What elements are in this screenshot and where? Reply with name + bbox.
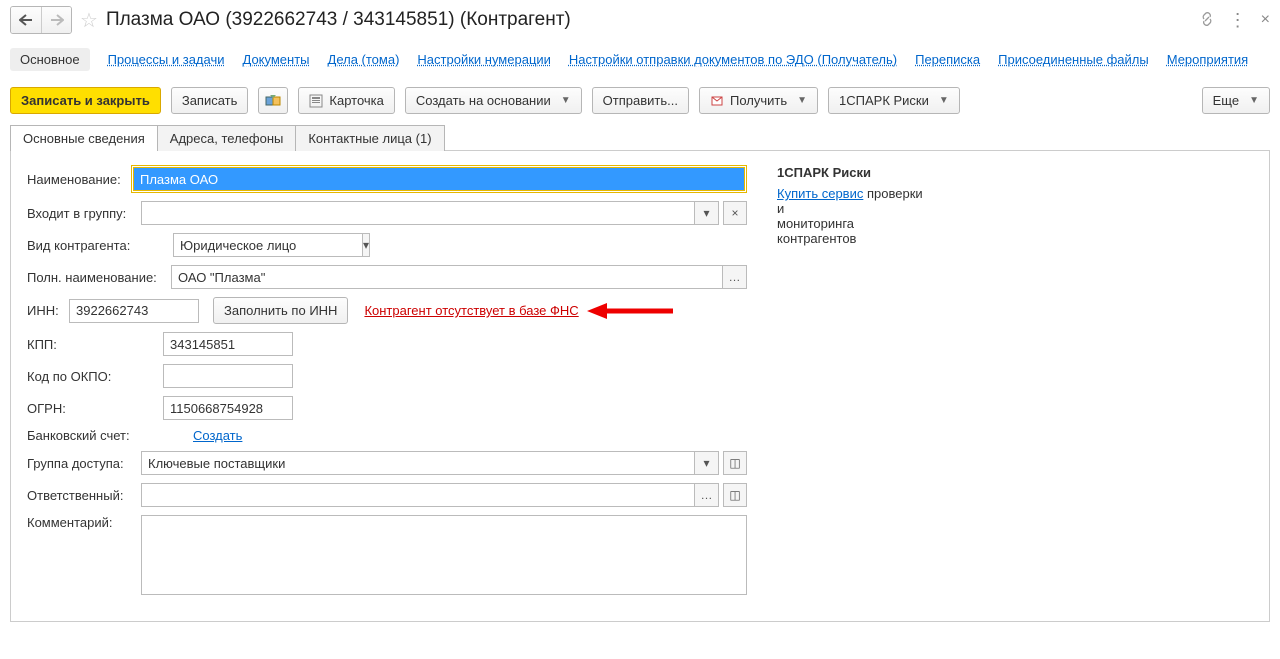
- spark-title: 1СПАРК Риски: [777, 165, 1253, 180]
- spark-risks-button[interactable]: 1СПАРК Риски▼: [828, 87, 960, 114]
- access-group-input[interactable]: [141, 451, 695, 475]
- nav-main[interactable]: Основное: [10, 48, 90, 71]
- nav-back-forward: [10, 6, 72, 34]
- access-group-open-button[interactable]: ◫: [723, 451, 747, 475]
- save-close-button[interactable]: Записать и закрыть: [10, 87, 161, 114]
- close-icon[interactable]: ×: [1261, 11, 1270, 29]
- spark-risks-label: 1СПАРК Риски: [839, 93, 929, 108]
- label-group: Входит в группу:: [27, 206, 135, 221]
- ellipsis-icon: …: [701, 488, 713, 502]
- receive-button[interactable]: Получить▼: [699, 87, 818, 114]
- section-nav: Основное Процессы и задачи Документы Дел…: [10, 38, 1270, 79]
- nav-events[interactable]: Мероприятия: [1167, 52, 1249, 67]
- send-button[interactable]: Отправить...: [592, 87, 689, 114]
- nav-cases[interactable]: Дела (тома): [328, 52, 400, 67]
- label-name: Наименование:: [27, 172, 125, 187]
- spark-side-panel: 1СПАРК Риски Купить сервис проверки и мо…: [777, 165, 1253, 603]
- more-button[interactable]: Еще▼: [1202, 87, 1270, 114]
- responsible-more-button[interactable]: …: [695, 483, 719, 507]
- kpp-input[interactable]: [163, 332, 293, 356]
- label-type: Вид контрагента:: [27, 238, 167, 253]
- comment-textarea[interactable]: [141, 515, 747, 595]
- more-label: Еще: [1213, 93, 1239, 108]
- access-group-dropdown-button[interactable]: ▾: [695, 451, 719, 475]
- label-kpp: КПП:: [27, 337, 157, 352]
- nav-documents[interactable]: Документы: [243, 52, 310, 67]
- inn-input[interactable]: [69, 299, 199, 323]
- create-based-on-label: Создать на основании: [416, 93, 551, 108]
- content-tabs: Основные сведения Адреса, телефоны Конта…: [10, 124, 1270, 150]
- label-responsible: Ответственный:: [27, 488, 135, 503]
- spark-text2: и: [777, 201, 1253, 216]
- forward-button[interactable]: [41, 7, 71, 33]
- ogrn-input[interactable]: [163, 396, 293, 420]
- chevron-down-icon: ▾: [703, 456, 709, 470]
- fullname-more-button[interactable]: …: [723, 265, 747, 289]
- open-icon: ◫: [729, 456, 740, 470]
- responsible-input[interactable]: [141, 483, 695, 507]
- nav-edo[interactable]: Настройки отправки документов по ЭДО (По…: [569, 52, 897, 67]
- chevron-down-icon: ▾: [703, 206, 709, 220]
- nav-processes[interactable]: Процессы и задачи: [108, 52, 225, 67]
- label-access-group: Группа доступа:: [27, 456, 135, 471]
- page-title: Плазма ОАО (3922662743 / 343145851) (Кон…: [106, 9, 571, 31]
- spark-text1: проверки: [867, 186, 923, 201]
- service-button[interactable]: [258, 87, 288, 114]
- group-dropdown-button[interactable]: ▾: [695, 201, 719, 225]
- toolbar: Записать и закрыть Записать Карточка Соз…: [10, 79, 1270, 124]
- nav-correspondence[interactable]: Переписка: [915, 52, 980, 67]
- tab-basic[interactable]: Основные сведения: [10, 125, 158, 151]
- card-button[interactable]: Карточка: [298, 87, 394, 114]
- card-button-label: Карточка: [329, 93, 383, 108]
- chevron-down-icon: ▾: [363, 238, 369, 252]
- create-based-on-button[interactable]: Создать на основании▼: [405, 87, 582, 114]
- fill-by-inn-button[interactable]: Заполнить по ИНН: [213, 297, 348, 324]
- okpo-input[interactable]: [163, 364, 293, 388]
- label-okpo: Код по ОКПО:: [27, 369, 157, 384]
- spark-text3: мониторинга: [777, 216, 1253, 231]
- nav-numbering[interactable]: Настройки нумерации: [417, 52, 551, 67]
- open-icon: ◫: [729, 488, 740, 502]
- back-button[interactable]: [11, 7, 41, 33]
- create-bank-link[interactable]: Создать: [193, 428, 242, 443]
- type-dropdown-button[interactable]: ▾: [363, 233, 370, 257]
- fullname-input[interactable]: [171, 265, 723, 289]
- tab-addresses[interactable]: Адреса, телефоны: [158, 125, 297, 151]
- label-bank: Банковский счет:: [27, 428, 157, 443]
- more-menu-icon[interactable]: ⋮: [1229, 13, 1247, 27]
- buy-service-link[interactable]: Купить сервис: [777, 186, 863, 201]
- close-icon: ×: [731, 206, 738, 220]
- ellipsis-icon: …: [729, 270, 741, 284]
- label-comment: Комментарий:: [27, 515, 135, 530]
- group-input[interactable]: [141, 201, 695, 225]
- spark-text4: контрагентов: [777, 231, 1253, 246]
- label-inn: ИНН:: [27, 303, 63, 318]
- tab-contacts[interactable]: Контактные лица (1): [296, 125, 444, 151]
- label-ogrn: ОГРН:: [27, 401, 157, 416]
- responsible-open-button[interactable]: ◫: [723, 483, 747, 507]
- save-button[interactable]: Записать: [171, 87, 249, 114]
- group-clear-button[interactable]: ×: [723, 201, 747, 225]
- favorite-star-icon[interactable]: ☆: [80, 8, 98, 33]
- nav-files[interactable]: Присоединенные файлы: [998, 52, 1149, 67]
- name-input[interactable]: [133, 167, 745, 191]
- fns-warning-link[interactable]: Контрагент отсутствует в базе ФНС: [364, 303, 578, 318]
- type-input[interactable]: [173, 233, 363, 257]
- annotation-arrow: [585, 302, 665, 320]
- link-icon[interactable]: [1199, 11, 1215, 30]
- receive-label: Получить: [730, 93, 787, 108]
- label-fullname: Полн. наименование:: [27, 270, 165, 285]
- form-panel: Наименование: Входит в группу: ▾ × Вид к…: [10, 150, 1270, 622]
